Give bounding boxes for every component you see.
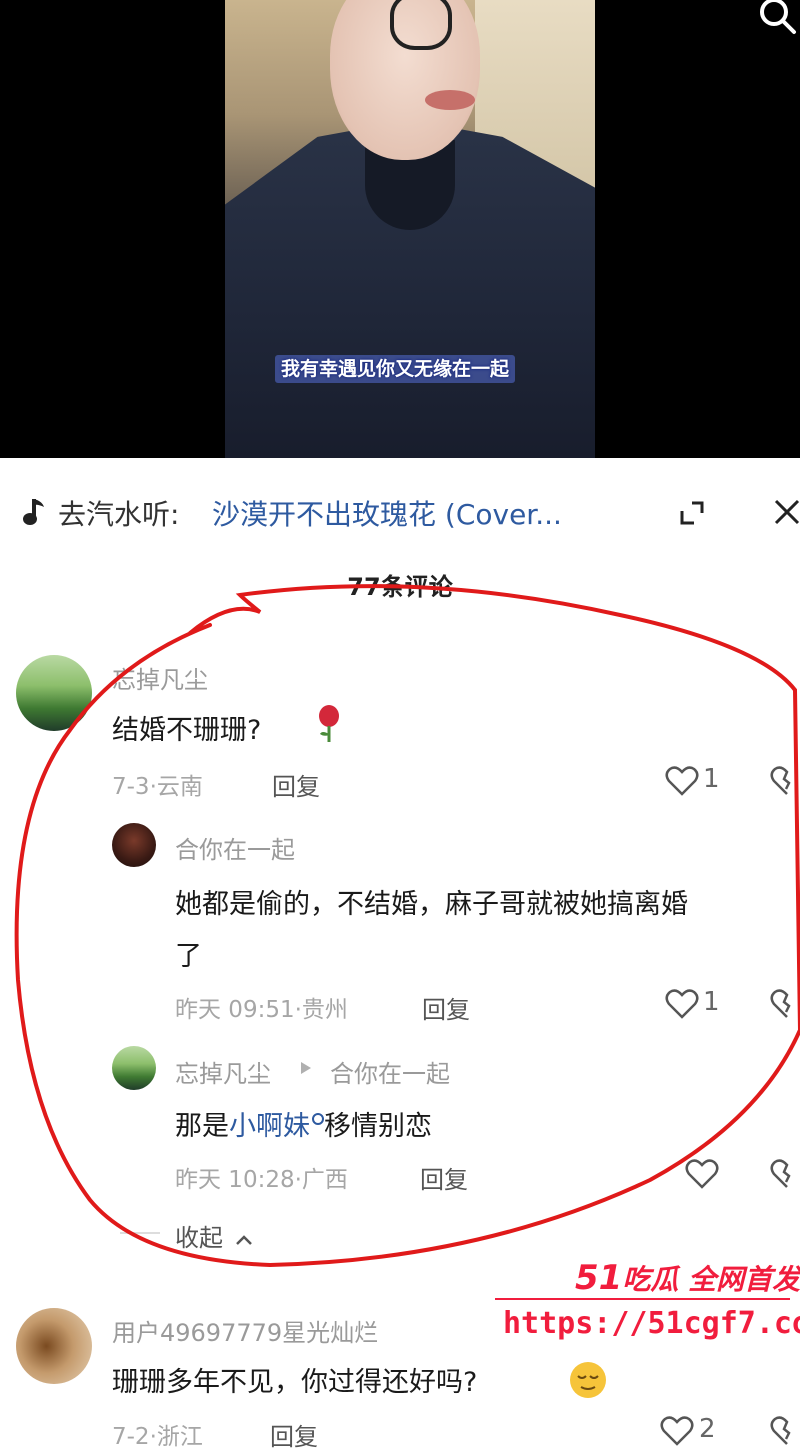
- reply-to-author[interactable]: 合你在一起: [330, 1054, 450, 1089]
- music-title-link[interactable]: 沙漠开不出玫瑰花 (Cover...: [212, 493, 562, 533]
- like-count: 1: [703, 987, 720, 1017]
- heart-icon[interactable]: [685, 1158, 719, 1190]
- comment-text: 结婚不珊珊?: [112, 715, 262, 746]
- search-keyword-link[interactable]: 小啊妹: [229, 1111, 310, 1142]
- collapse-replies-button[interactable]: 收起: [175, 1218, 253, 1253]
- watermark-line: [495, 1298, 790, 1300]
- heart-icon[interactable]: [665, 988, 699, 1020]
- reply-button[interactable]: 回复: [420, 1160, 468, 1195]
- music-bar[interactable]: 去汽水听: 沙漠开不出玫瑰花 (Cover...: [0, 475, 800, 545]
- watermark: 51吃瓜 全网首发 https://51cgf7.com: [495, 1258, 800, 1348]
- music-source-label: 去汽水听:: [58, 498, 180, 531]
- expand-icon[interactable]: [676, 497, 708, 529]
- comment-text-after: 移情别恋: [324, 1111, 432, 1142]
- comment-meta: 昨天 09:51·贵州: [175, 997, 348, 1023]
- lips: [425, 90, 475, 110]
- search-icon[interactable]: [754, 0, 798, 38]
- broken-heart-icon[interactable]: [770, 765, 800, 797]
- video-frame: [225, 0, 595, 458]
- comment-meta: 7-3·云南: [112, 774, 203, 800]
- watermark-text: 吃瓜 全网首发: [622, 1263, 800, 1296]
- rose-icon: [319, 705, 339, 742]
- glasses: [390, 0, 452, 50]
- video-subtitle: 我有幸遇见你又无缘在一起: [275, 355, 516, 383]
- comment-text-continued: 了: [175, 941, 202, 972]
- comment-author[interactable]: 忘掉凡尘: [175, 1054, 271, 1089]
- chevron-up-icon: [235, 1235, 252, 1245]
- heart-icon[interactable]: [665, 765, 699, 797]
- relieved-face-icon: [570, 1362, 606, 1398]
- comment-author[interactable]: 忘掉凡尘: [112, 660, 208, 695]
- like-count: 1: [703, 764, 720, 794]
- comment-meta: 7-2·浙江: [112, 1424, 203, 1450]
- comment-text-before: 那是: [175, 1111, 229, 1142]
- reply-arrow-icon: [301, 1062, 311, 1074]
- watermark-brand: 51吃瓜 全网首发: [575, 1258, 800, 1298]
- broken-heart-icon[interactable]: [770, 1158, 800, 1190]
- video-player[interactable]: 我有幸遇见你又无缘在一起: [0, 0, 800, 458]
- comment-author[interactable]: 用户49697779星光灿烂: [112, 1313, 378, 1348]
- music-note-icon: [23, 499, 44, 525]
- comment-meta: 昨天 10:28·广西: [175, 1167, 348, 1193]
- comment-text: 她都是偷的，不结婚，麻子哥就被她搞离婚: [175, 889, 688, 920]
- avatar[interactable]: [16, 1308, 92, 1384]
- comment-count: 77条评论: [347, 573, 453, 601]
- avatar[interactable]: [112, 823, 156, 867]
- divider: [120, 1232, 160, 1234]
- search-icon: [312, 1113, 324, 1125]
- comment-text: 珊珊多年不见，你过得还好吗?: [112, 1367, 478, 1398]
- watermark-url: https://51cgf7.com: [503, 1306, 800, 1341]
- watermark-number: 51: [575, 1258, 623, 1298]
- avatar[interactable]: [16, 655, 92, 731]
- broken-heart-icon[interactable]: [770, 988, 800, 1020]
- reply-button[interactable]: 回复: [270, 1417, 318, 1452]
- broken-heart-icon[interactable]: [770, 1415, 800, 1447]
- comment-author[interactable]: 合你在一起: [175, 830, 295, 865]
- close-icon[interactable]: [770, 495, 800, 529]
- collapse-label: 收起: [175, 1224, 223, 1252]
- like-count: 2: [699, 1414, 716, 1444]
- heart-icon[interactable]: [660, 1415, 694, 1447]
- reply-button[interactable]: 回复: [422, 990, 470, 1025]
- comment-text: 那是小啊妹 移情别恋: [175, 1104, 432, 1143]
- avatar[interactable]: [112, 1046, 156, 1090]
- reply-button[interactable]: 回复: [272, 767, 320, 802]
